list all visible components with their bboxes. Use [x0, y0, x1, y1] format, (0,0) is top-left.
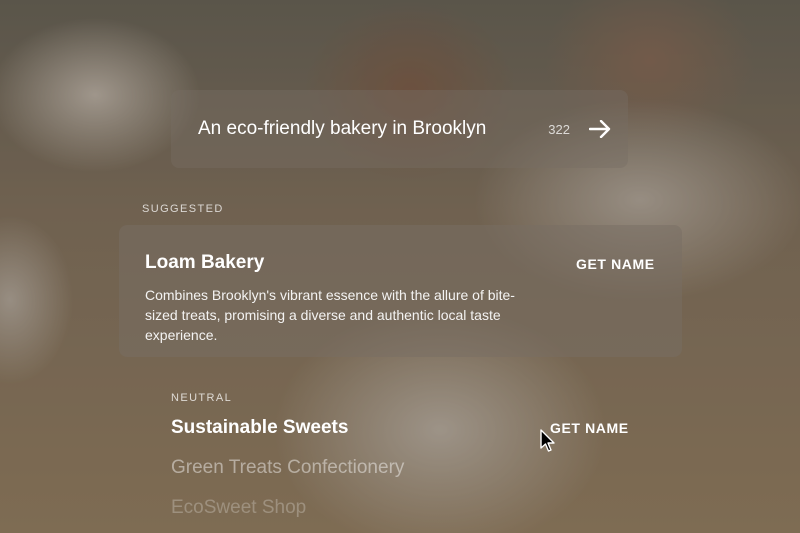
suggested-description: Combines Brooklyn's vibrant essence with… — [145, 287, 515, 343]
search-query[interactable]: An eco-friendly bakery in Brooklyn — [198, 118, 548, 140]
neutral-item[interactable]: EcoSweet Shop — [171, 497, 306, 519]
search-bar[interactable]: An eco-friendly bakery in Brooklyn 322 — [171, 90, 628, 168]
mouse-pointer-icon — [540, 429, 555, 452]
get-name-button[interactable]: GET NAME — [550, 420, 629, 436]
search-count: 322 — [548, 121, 570, 137]
get-name-button[interactable]: GET NAME — [576, 256, 655, 272]
neutral-item[interactable]: Green Treats Confectionery — [171, 457, 404, 479]
suggested-label: SUGGESTED — [142, 203, 224, 215]
neutral-item[interactable]: Sustainable Sweets — [171, 417, 348, 439]
neutral-label: NEUTRAL — [171, 392, 233, 404]
suggested-card: Loam Bakery Combines Brooklyn's vibrant … — [119, 225, 682, 357]
arrow-right-icon[interactable] — [588, 117, 612, 141]
